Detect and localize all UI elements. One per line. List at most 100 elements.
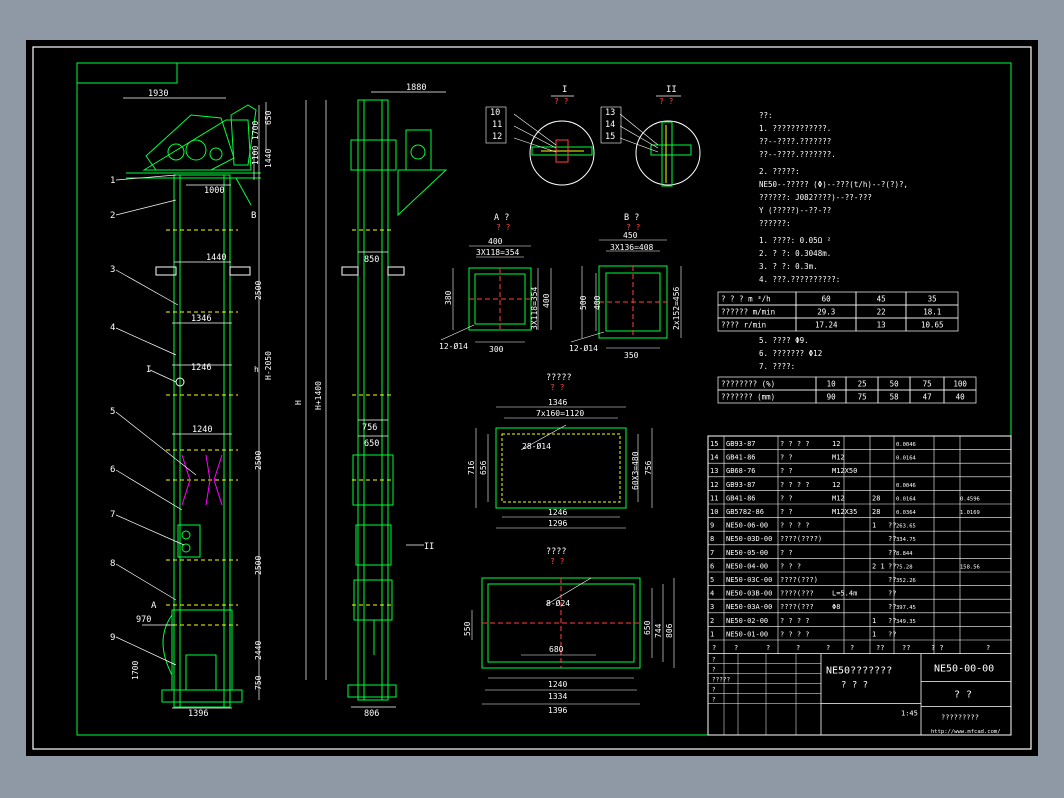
bom-cell: NE50-03D-00 (726, 535, 772, 543)
dim-h: h (254, 365, 259, 374)
notes-table2-text: 58 (890, 393, 900, 402)
section-A-sub: ? ? (496, 223, 511, 232)
note-line: NE50--????? (Φ)--???(t/h)--?(?)?, (759, 180, 908, 189)
flange-dim-1296: 1296 (548, 519, 567, 528)
tb-unit: ? ? (954, 690, 972, 701)
bom-cell: ? ? (780, 508, 793, 516)
bom-cell: 12 (832, 440, 840, 448)
base-dim-680: 680 (549, 645, 564, 654)
dim-970: 970 (136, 615, 151, 625)
note-line: 6. ??????? Φ12 (759, 349, 822, 358)
bom-cell: ?? (888, 630, 896, 638)
tb-company: ????????? (941, 714, 979, 722)
bom-header-cell: ? (986, 644, 990, 652)
bom-cell: 349.35 (896, 619, 916, 625)
bom-cell: ? ? ? ? (780, 481, 810, 489)
detail-I-callout-10: 10 (490, 108, 500, 118)
section-B-dim-350: 350 (624, 351, 639, 360)
detail-II-callout-14: 14 (605, 120, 615, 130)
bom-cell: 28 (872, 508, 880, 516)
section-B-title: B ? (624, 213, 639, 223)
bom-cell: GB93-87 (726, 481, 756, 489)
dim-H: H (294, 400, 303, 405)
mark-I: I (146, 365, 151, 375)
section-B: B ? ? ? 450 3X136=408 500 400 2x152=456 … (569, 213, 682, 360)
notes-table1-text: 29.3 (817, 308, 835, 317)
tb-name: NE50??????? (826, 666, 892, 677)
flange-dim-716: 716 (467, 460, 476, 475)
note-line: 1. ????: 0.05Ω ² (759, 236, 831, 245)
dim-2500a: 2500 (254, 281, 263, 300)
bom-cell: 11 (710, 494, 718, 502)
bom-cell: 3 (710, 603, 714, 611)
section-A-title: A ? (494, 213, 509, 223)
base-dim-550: 550 (463, 621, 472, 636)
note-line: ??????: J082????)--??-??? (759, 193, 872, 202)
bom-cell: 1.0169 (960, 510, 980, 516)
callout-II: II (424, 542, 434, 552)
bom-cell: ? ? (780, 467, 793, 475)
section-B-dim-450: 450 (623, 231, 638, 240)
dim-1000: 1000 (204, 186, 224, 196)
detail-II-callout-15: 15 (605, 132, 615, 142)
tb-url: http://www.mfcad.com/ (931, 729, 1001, 735)
tb-small-text: ????? (712, 677, 730, 684)
note-line: 7. ????: (759, 362, 795, 371)
dim-1700a: 1700 (251, 121, 260, 140)
bom-cell: 263.65 (896, 524, 916, 530)
notes-table2-text: 10 (827, 380, 837, 389)
notes-table1-text: ? ? ? m ³/h (721, 295, 771, 304)
dim-756: 756 (362, 423, 377, 433)
bom-cell: 5 (710, 576, 714, 584)
note-line: Y (?????)--??-?? (759, 206, 831, 215)
tb-scale: 1:45 (901, 710, 918, 718)
section-A-dim-354: 3X118=354 (476, 248, 520, 257)
callout-9: 9 (110, 633, 115, 643)
notes-table1-text: 22 (877, 308, 886, 317)
bom-cell: 1 (872, 630, 876, 638)
section-B-dim-500: 500 (579, 295, 588, 310)
callout-2: 2 (110, 211, 115, 221)
bom-cell: NE50-02-00 (726, 617, 768, 625)
notes-table2-text: ??????? (mm) (721, 393, 775, 402)
bom-cell: GB93-87 (726, 440, 756, 448)
bom-cell: M12X50 (832, 467, 857, 475)
technical-notes: ??: 1. ????????????. ??--????.??????? ??-… (759, 111, 908, 284)
dim-2500b: 2500 (254, 451, 263, 470)
bom-cell: L=5.4m (832, 590, 857, 598)
dim-2440: 2440 (254, 641, 263, 660)
drawing-sheet: 1930 1346 1440 1246 1240 1396 1000 970 6… (26, 40, 1038, 756)
base-view-title: ???? (546, 547, 566, 557)
notes-table2-text: 75 (858, 393, 867, 402)
flange-dim-1246: 1246 (548, 508, 567, 517)
bom-cell: 2 1 (872, 562, 885, 570)
note-line: 3. ? ?: 0.3m. (759, 262, 818, 271)
notes-table2-text: 50 (890, 380, 900, 389)
detail-I-callout-12: 12 (492, 132, 502, 142)
callout-6: 6 (110, 465, 115, 475)
bom-cell: NE50-03B-00 (726, 590, 772, 598)
bom-cell: M12 (832, 454, 845, 462)
flange-view-title: ????? (546, 373, 572, 383)
bom-cell: 1 (872, 522, 876, 530)
bom-cell: 0.0046 (896, 442, 916, 448)
bom-cell: 1 (872, 617, 876, 625)
bom-cell: NE50-04-00 (726, 562, 768, 570)
bom-cell: 13 (710, 467, 718, 475)
notes-table1-text: ???? r/min (721, 321, 766, 330)
detail-I-callout-11: 11 (492, 120, 502, 130)
bom-cell: ? ? ? ? (780, 617, 810, 625)
detail-II-callout-13: 13 (605, 108, 615, 118)
bom-cell: 1 (710, 630, 714, 638)
section-A: A ? ? ? 400 3X118=354 380 400 3X118=354 … (439, 213, 552, 354)
bom-cell: 334.75 (896, 537, 916, 543)
notes-table2-text: 100 (953, 380, 967, 389)
detail-II: II ? ? 13 14 15 (600, 85, 701, 187)
flange-dim-656: 656 (479, 460, 488, 475)
base-dim-744: 744 (654, 623, 663, 638)
bom-cell: 158.56 (960, 564, 980, 570)
flange-dim-1120: 7x160=1120 (536, 409, 584, 418)
section-A-dim-380: 380 (444, 290, 453, 305)
bom-cell: 0.0046 (896, 483, 916, 489)
bom-cell: ? ? ? ? (780, 522, 810, 530)
